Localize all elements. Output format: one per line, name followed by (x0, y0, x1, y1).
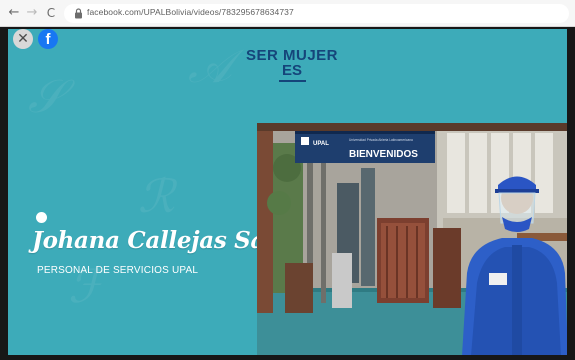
background-texture: ℛ (138, 169, 175, 223)
title-underline (279, 80, 306, 82)
url-text[interactable]: facebook.com/UPALBolivia/videos/78329567… (87, 7, 294, 17)
reload-icon[interactable]: C (43, 5, 59, 21)
person-role: PERSONAL DE SERVICIOS UPAL (37, 265, 199, 276)
bullet-dot (36, 212, 47, 223)
facebook-icon[interactable]: f (38, 29, 58, 49)
lock-icon[interactable] (74, 8, 83, 19)
slide-title-line2: ES (281, 62, 302, 79)
background-texture: 𝒮 (28, 69, 64, 123)
address-bar[interactable]: facebook.com/UPALBolivia/videos/78329567… (64, 4, 569, 23)
video-viewer: 𝒮 ℛ ℱ 𝒜 Johana Callejas Saravia PERSONAL… (0, 27, 575, 360)
photo-illustration: UPAL Universidad Privada Abierta Latinoa… (257, 123, 567, 355)
browser-toolbar: ← → C facebook.com/UPALBolivia/videos/78… (0, 0, 575, 27)
staff-photo: UPAL Universidad Privada Abierta Latinoa… (257, 123, 567, 355)
background-texture: 𝒜 (188, 39, 232, 93)
sign-logo: UPAL (313, 141, 329, 147)
forward-arrow-icon[interactable]: → (24, 5, 40, 21)
sign-subtitle: Universidad Privada Abierta Latinoameric… (349, 138, 413, 142)
close-icon[interactable]: ✕ (13, 29, 33, 49)
sign-text: BIENVENIDOS (349, 149, 418, 160)
back-arrow-icon[interactable]: ← (6, 5, 22, 21)
